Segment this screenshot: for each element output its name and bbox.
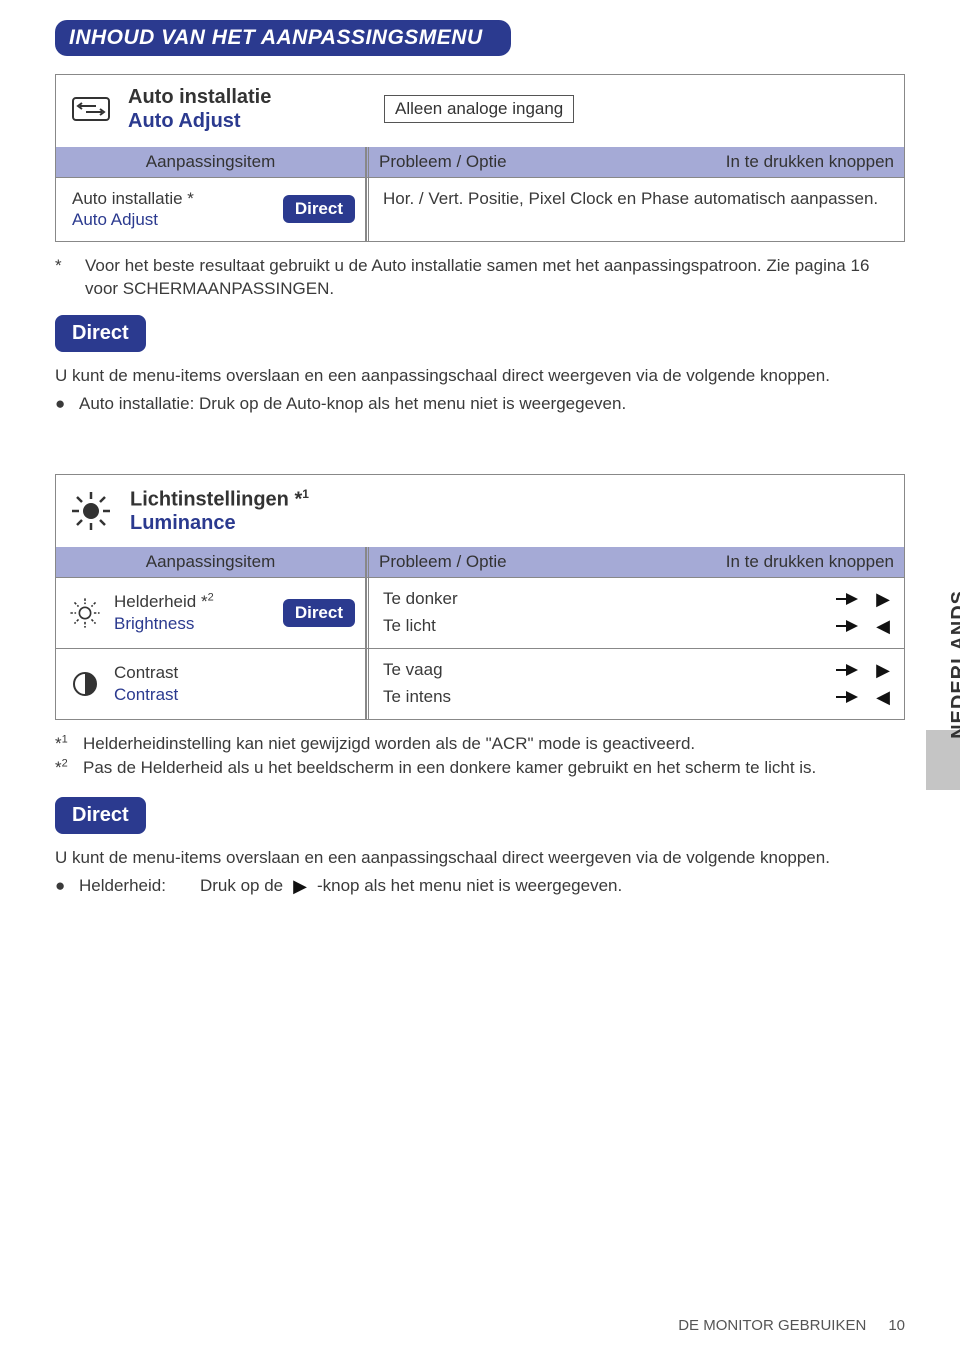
- page-title: INHOUD VAN HET AANPASSINGSMENU: [55, 20, 511, 56]
- sun-filled-icon: [70, 490, 112, 532]
- luminance-header: Lichtinstellingen *1 Luminance: [56, 475, 904, 547]
- page-number: 10: [888, 1317, 905, 1334]
- direct-heading-2: Direct: [55, 797, 146, 834]
- bullet-brightness: ● Helderheid: Druk op de ▶ -knop als het…: [55, 876, 905, 897]
- footnote-1: Helderheidinstelling kan niet gewijzigd …: [83, 732, 695, 757]
- hand-right-icon: [834, 588, 860, 610]
- analog-only-note: Alleen analoge ingang: [384, 95, 574, 123]
- star-note: * Voor het beste resultaat gebruikt u de…: [55, 254, 905, 302]
- contrast-label-nl: Contrast: [114, 662, 178, 683]
- star-note-text: Voor het beste resultaat gebruikt u de A…: [85, 254, 905, 302]
- lum-col-problem: Probleem / Optie: [379, 552, 507, 572]
- luminance-table: Lichtinstellingen *1 Luminance Aanpassin…: [55, 474, 905, 720]
- lum-col-item: Aanpassingsitem: [56, 547, 366, 577]
- luminance-titles: Lichtinstellingen *1 Luminance: [130, 487, 309, 535]
- sun-outline-icon: [68, 596, 102, 630]
- brightness-row: Helderheid *2 Brightness Direct Te donke…: [56, 577, 904, 648]
- side-tab-bg: [926, 730, 960, 790]
- contrast-icon: [71, 670, 99, 698]
- luminance-title-en: Luminance: [130, 512, 309, 535]
- contrast-opt-vague: Te vaag: [383, 657, 443, 683]
- triangle-right-icon: ▶: [876, 586, 890, 613]
- triangle-right-icon: ▶: [293, 876, 307, 897]
- direct-paragraph-2: U kunt de menu-items overslaan en een aa…: [55, 846, 905, 870]
- auto-adjust-icon: [70, 94, 112, 124]
- lum-col-buttons: In te drukken knoppen: [726, 552, 894, 572]
- auto-row-desc: Hor. / Vert. Positie, Pixel Clock en Pha…: [366, 178, 904, 241]
- brightness-label-nl: Helderheid *: [114, 592, 208, 611]
- brightness-opt-dark: Te donker: [383, 586, 458, 612]
- bullet-dot-icon: ●: [55, 876, 69, 897]
- triangle-left-icon: ◀: [876, 613, 890, 640]
- page-footer: DE MONITOR GEBRUIKEN 10: [678, 1317, 905, 1334]
- brightness-direct-badge: Direct: [283, 599, 355, 627]
- bullet-bright-prefix: Helderheid:: [79, 876, 166, 896]
- luminance-column-header: Aanpassingsitem Probleem / Optie In te d…: [56, 547, 904, 577]
- auto-titles: Auto installatie Auto Adjust: [128, 85, 368, 133]
- col-problem-label: Probleem / Optie: [379, 152, 507, 172]
- brightness-label-en: Brightness: [114, 613, 214, 634]
- language-side-tab: NEDERLANDS: [948, 590, 960, 739]
- direct-paragraph-1: U kunt de menu-items overslaan en een aa…: [55, 364, 905, 388]
- bullet-bright-mid: Druk op de: [200, 876, 283, 896]
- footer-section-name: DE MONITOR GEBRUIKEN: [678, 1317, 866, 1334]
- bullet-auto-text: Auto installatie: Druk op de Auto-knop a…: [79, 394, 626, 414]
- contrast-label-en: Contrast: [114, 684, 178, 705]
- auto-install-table: Auto installatie Auto Adjust Alleen anal…: [55, 74, 905, 242]
- luminance-title-nl: Lichtinstellingen *: [130, 489, 302, 511]
- bullet-bright-suffix: -knop als het menu niet is weergegeven.: [317, 876, 622, 896]
- bullet-auto: ● Auto installatie: Druk op de Auto-knop…: [55, 394, 905, 414]
- auto-row: Auto installatie * Auto Adjust Direct Ho…: [56, 177, 904, 241]
- auto-title-en: Auto Adjust: [128, 109, 368, 133]
- asterisk-icon: *: [55, 254, 73, 302]
- direct-badge: Direct: [283, 195, 355, 223]
- auto-column-header: Aanpassingsitem Probleem / Optie In te d…: [56, 147, 904, 177]
- triangle-right-icon: ▶: [876, 657, 890, 684]
- direct-heading-1: Direct: [55, 315, 146, 352]
- footnote-2: Pas de Helderheid als u het beeldscherm …: [83, 756, 816, 781]
- col-buttons-label: In te drukken knoppen: [726, 152, 894, 172]
- auto-title-nl: Auto installatie: [128, 85, 368, 109]
- triangle-left-icon: ◀: [876, 684, 890, 711]
- hand-right-icon: [834, 615, 860, 637]
- footnotes: *1Helderheidinstelling kan niet gewijzig…: [55, 732, 905, 781]
- auto-header-row: Auto installatie Auto Adjust Alleen anal…: [56, 75, 904, 147]
- auto-row-label-nl: Auto installatie *: [72, 188, 194, 209]
- bullet-dot-icon: ●: [55, 394, 69, 414]
- brightness-opt-light: Te licht: [383, 613, 436, 639]
- auto-row-label-en: Auto Adjust: [72, 209, 194, 230]
- hand-right-icon: [834, 686, 860, 708]
- hand-right-icon: [834, 659, 860, 681]
- contrast-opt-intense: Te intens: [383, 684, 451, 710]
- col-item-label: Aanpassingsitem: [56, 147, 366, 177]
- contrast-row: Contrast Contrast Te vaag ▶ Te intens ◀: [56, 648, 904, 719]
